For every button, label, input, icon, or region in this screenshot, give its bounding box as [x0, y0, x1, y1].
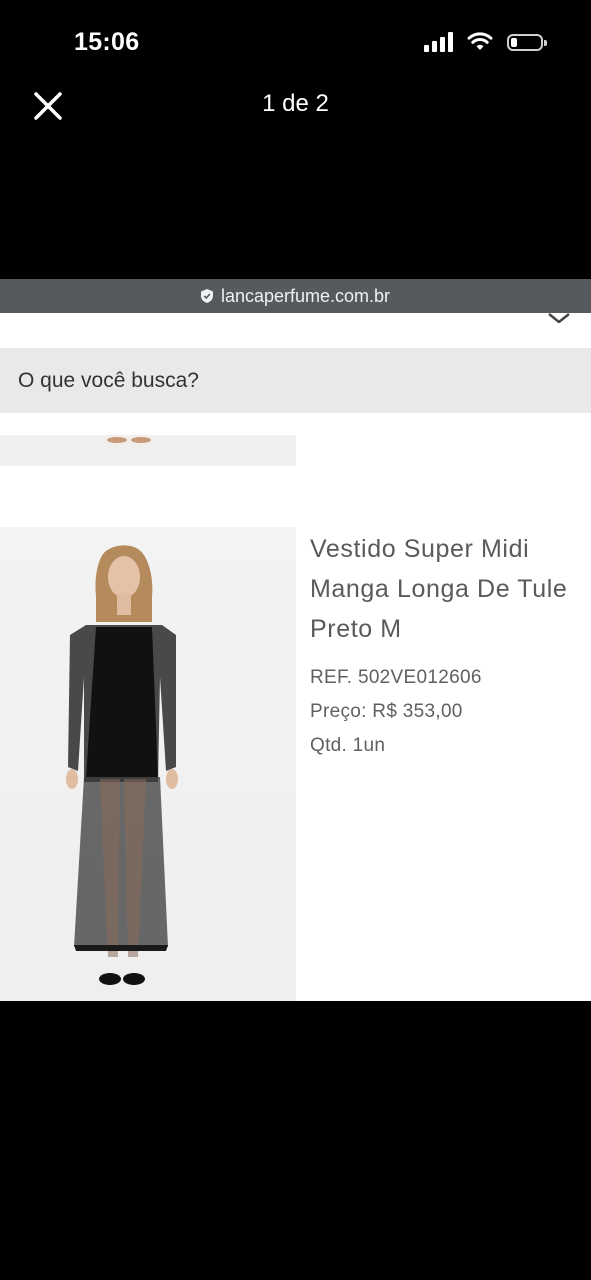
page-counter: 1 de 2	[262, 90, 329, 117]
status-icons	[424, 32, 547, 52]
shield-icon	[200, 289, 213, 303]
search-placeholder: O que você busca?	[18, 368, 199, 392]
product-meta: REF. 502VE012606 Preço: R$ 353,00 Qtd. 1…	[310, 661, 590, 763]
url-bar: lancaperfume.com.br	[0, 279, 591, 313]
product-title[interactable]: Vestido Super Midi Manga Longa De Tule P…	[310, 529, 590, 649]
url-text: lancaperfume.com.br	[220, 285, 391, 306]
signal-icon	[424, 32, 453, 52]
screenshot-image: lancaperfume.com.br O que você busca? Ve…	[0, 279, 591, 1001]
model-figure	[66, 545, 178, 985]
site-header-fragment	[0, 313, 591, 349]
product-quantity: Qtd. 1un	[310, 735, 386, 756]
wifi-icon	[467, 32, 493, 50]
product-image[interactable]	[0, 527, 296, 1001]
search-input[interactable]: O que você busca?	[0, 348, 591, 413]
product-ref: REF. 502VE012606	[310, 667, 482, 688]
product-price: Preço: R$ 353,00	[310, 701, 463, 722]
chevron-down-icon	[548, 313, 570, 323]
previous-product-image	[0, 435, 296, 466]
product-info: Vestido Super Midi Manga Longa De Tule P…	[310, 529, 590, 763]
shoe-icon	[107, 437, 151, 443]
status-time: 15:06	[74, 28, 140, 56]
battery-icon	[507, 33, 547, 51]
